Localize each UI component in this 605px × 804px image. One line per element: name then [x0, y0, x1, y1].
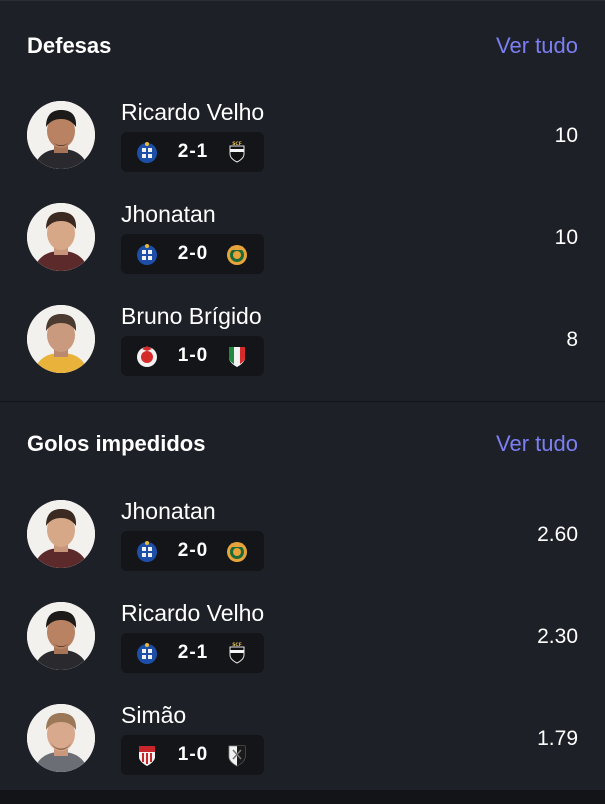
- player-name: Jhonatan: [121, 201, 216, 227]
- farense-crest-icon: SCF: [225, 641, 249, 665]
- stat-value: 2.30: [537, 625, 578, 648]
- stat-value: 1.79: [537, 727, 578, 750]
- page-bottom-edge: [0, 790, 605, 800]
- see-all-link[interactable]: Ver tudo: [496, 31, 578, 61]
- player-row[interactable]: Ricardo Velho 2-1 SCF 10: [0, 99, 605, 201]
- svg-text:SCF: SCF: [232, 642, 242, 648]
- estrela-amadora-crest-icon: [225, 344, 249, 368]
- match-result[interactable]: 1-0: [121, 336, 264, 376]
- player-avatar: [27, 305, 95, 373]
- player-row[interactable]: Simão 1-0 1.79: [0, 702, 605, 804]
- section-title: Golos impedidos: [27, 431, 206, 456]
- match-score: 1-0: [177, 744, 209, 765]
- stat-value: 2.60: [537, 523, 578, 546]
- match-score: 2-0: [177, 540, 209, 561]
- match-score: 1-0: [177, 345, 209, 366]
- fc-porto-crest-icon: [135, 641, 159, 665]
- player-avatar: [27, 500, 95, 568]
- section-title: Defesas: [27, 33, 112, 58]
- fc-porto-crest-icon: [135, 539, 159, 563]
- player-name: Ricardo Velho: [121, 600, 265, 626]
- card-golos-impedidos: Golos impedidos Ver tudo Jhonatan 2-0 2.…: [0, 402, 605, 790]
- match-result[interactable]: 2-1 SCF: [121, 132, 264, 172]
- player-avatar: [27, 704, 95, 772]
- player-name: Jhonatan: [121, 498, 216, 524]
- match-result[interactable]: 2-0: [121, 234, 264, 274]
- player-avatar: [27, 203, 95, 271]
- match-score: 2-0: [177, 243, 209, 264]
- stat-value: 10: [554, 226, 578, 249]
- rio-ave-crest-icon: [225, 539, 249, 563]
- farense-crest-icon: SCF: [225, 140, 249, 164]
- player-name: Ricardo Velho: [121, 99, 265, 125]
- card-header: Defesas Ver tudo: [27, 31, 578, 61]
- match-score: 2-1: [177, 642, 209, 663]
- stat-value: 8: [566, 328, 578, 351]
- player-row[interactable]: Ricardo Velho 2-1 SCF 2.30: [0, 600, 605, 702]
- player-row[interactable]: Jhonatan 2-0 2.60: [0, 498, 605, 600]
- card-header: Golos impedidos Ver tudo: [27, 429, 578, 459]
- match-score: 2-1: [177, 141, 209, 162]
- rio-ave-crest-icon: [225, 242, 249, 266]
- afs-crest-icon: [135, 743, 159, 767]
- player-name: Bruno Brígido: [121, 303, 262, 329]
- match-result[interactable]: 1-0: [121, 735, 264, 775]
- match-result[interactable]: 2-1 SCF: [121, 633, 264, 673]
- see-all-link[interactable]: Ver tudo: [496, 429, 578, 459]
- player-avatar: [27, 602, 95, 670]
- stat-value: 10: [554, 124, 578, 147]
- fc-porto-crest-icon: [135, 140, 159, 164]
- vitoria-guimaraes-crest-icon: [225, 743, 249, 767]
- fc-porto-crest-icon: [135, 242, 159, 266]
- player-row[interactable]: Bruno Brígido 1-0 8: [0, 303, 605, 405]
- card-defesas: Defesas Ver tudo Ricardo Velho 2-1 SCF 1…: [0, 0, 605, 401]
- player-name: Simão: [121, 702, 187, 728]
- player-row[interactable]: Jhonatan 2-0 10: [0, 201, 605, 303]
- benfica-crest-icon: [135, 344, 159, 368]
- svg-text:SCF: SCF: [232, 141, 242, 147]
- player-avatar: [27, 101, 95, 169]
- match-result[interactable]: 2-0: [121, 531, 264, 571]
